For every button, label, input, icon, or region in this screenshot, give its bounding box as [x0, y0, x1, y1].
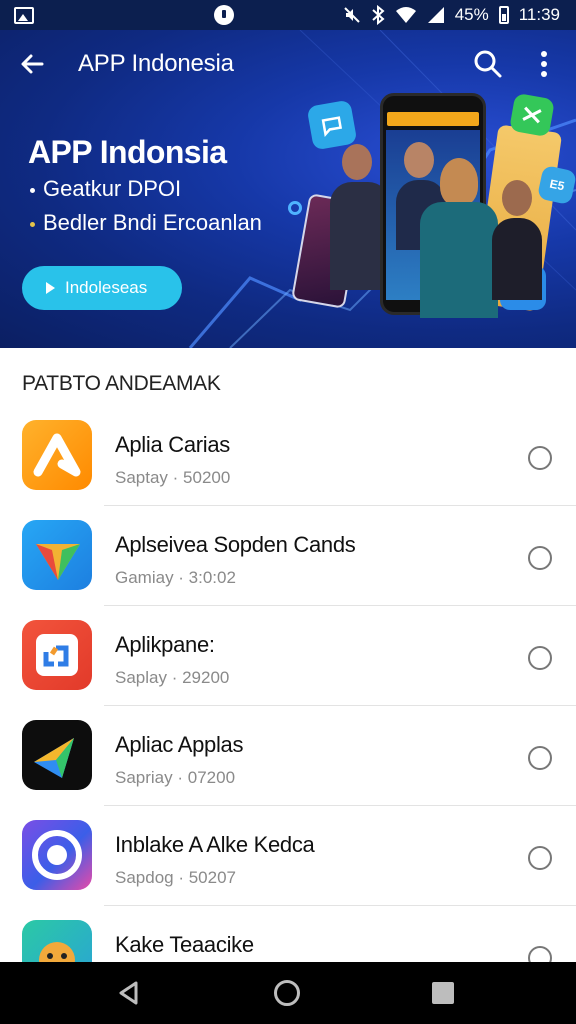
illustration-person [492, 180, 542, 300]
hero-banner: APP Indonesia APP Indonsia Geatkur DPOI … [0, 30, 576, 348]
status-bar: 45% 11:39 [0, 0, 576, 30]
illustration-person [420, 158, 498, 318]
banner-bullet-2: Bedler Bndi Ercoanlan [30, 210, 262, 236]
phone-header-bar [387, 112, 479, 126]
banner-bullet-1: Geatkur DPOI [30, 176, 181, 202]
app-meta: Saptay · 50200 [115, 468, 231, 487]
signal-icon [427, 7, 444, 23]
wifi-icon [395, 7, 416, 23]
app-tile-text: E5 [548, 176, 566, 194]
app-tile-icon: E5 [536, 164, 576, 206]
search-icon[interactable] [472, 48, 504, 80]
nav-home-icon[interactable] [274, 980, 300, 1006]
app-icon [22, 620, 92, 690]
app-name: Aplikpane: [115, 632, 215, 657]
person-head [502, 180, 532, 216]
person-head [342, 144, 372, 180]
select-radio[interactable] [528, 546, 552, 570]
list-item[interactable]: Aplseivea Sopden Cands Gamiay · 3:0:02 [0, 506, 576, 606]
nav-recents-icon[interactable] [432, 982, 454, 1004]
image-notification-icon [14, 6, 34, 24]
list-item[interactable]: Aplia Carias Saptay · 50200 [0, 406, 576, 506]
app-icon [22, 820, 92, 890]
app-icon [22, 520, 92, 590]
more-options-icon[interactable] [532, 48, 556, 80]
app-name: Inblake A Alke Kedca [115, 832, 315, 857]
select-radio[interactable] [528, 746, 552, 770]
play-icon [46, 282, 55, 294]
bullet-dot [30, 221, 35, 227]
clock: 11:39 [518, 5, 560, 24]
decorative-ring [288, 201, 302, 215]
select-radio[interactable] [528, 646, 552, 670]
app-icon [22, 420, 92, 490]
battery-icon [498, 6, 509, 24]
banner-bullet-text: Geatkur DPOI [43, 176, 182, 201]
person-head [440, 158, 478, 206]
status-left [14, 6, 34, 24]
app-name: Aplseivea Sopden Cands [115, 532, 356, 557]
section-title: PATBTO ANDEAMAK [22, 372, 221, 395]
app-meta: Saplay · 29200 [115, 668, 230, 687]
app-name: Aplia Carias [115, 432, 231, 457]
back-arrow-icon[interactable] [16, 48, 48, 80]
mute-icon [343, 7, 360, 23]
shuffle-icon [509, 92, 555, 138]
banner-bullet-text: Bedler Bndi Ercoanlan [43, 210, 262, 235]
select-radio[interactable] [528, 846, 552, 870]
person-body [492, 218, 542, 300]
app-meta: Gamiay · 3:0:02 [115, 568, 236, 587]
list-item[interactable]: Inblake A Alke Kedca Sapdog · 50207 [0, 806, 576, 906]
nav-back-icon[interactable] [116, 980, 142, 1006]
notification-alert-icon [214, 5, 234, 25]
app-meta: Sapriay · 07200 [115, 768, 236, 787]
app-icon [22, 720, 92, 790]
bullet-dot [30, 187, 35, 193]
banner-title: APP Indonsia [28, 134, 227, 170]
bluetooth-icon [372, 5, 385, 25]
status-right: 45% 11:39 [343, 5, 560, 25]
app-meta: Sapdog · 50207 [115, 868, 236, 887]
battery-percentage: 45% [454, 5, 489, 24]
page-title: APP Indonesia [78, 50, 234, 77]
app-name: Apliac Applas [115, 732, 244, 757]
system-navigation-bar [0, 962, 576, 1024]
list-item[interactable]: Aplikpane: Saplay · 29200 [0, 606, 576, 706]
cta-button[interactable]: Indoleseas [22, 266, 182, 310]
cta-label: Indoleseas [65, 278, 148, 297]
app-name: Kake Teaacike [115, 932, 254, 957]
toolbar: APP Indonesia [0, 30, 576, 98]
person-body [420, 202, 498, 318]
list-item[interactable]: Apliac Applas Sapriay · 07200 [0, 706, 576, 806]
select-radio[interactable] [528, 446, 552, 470]
